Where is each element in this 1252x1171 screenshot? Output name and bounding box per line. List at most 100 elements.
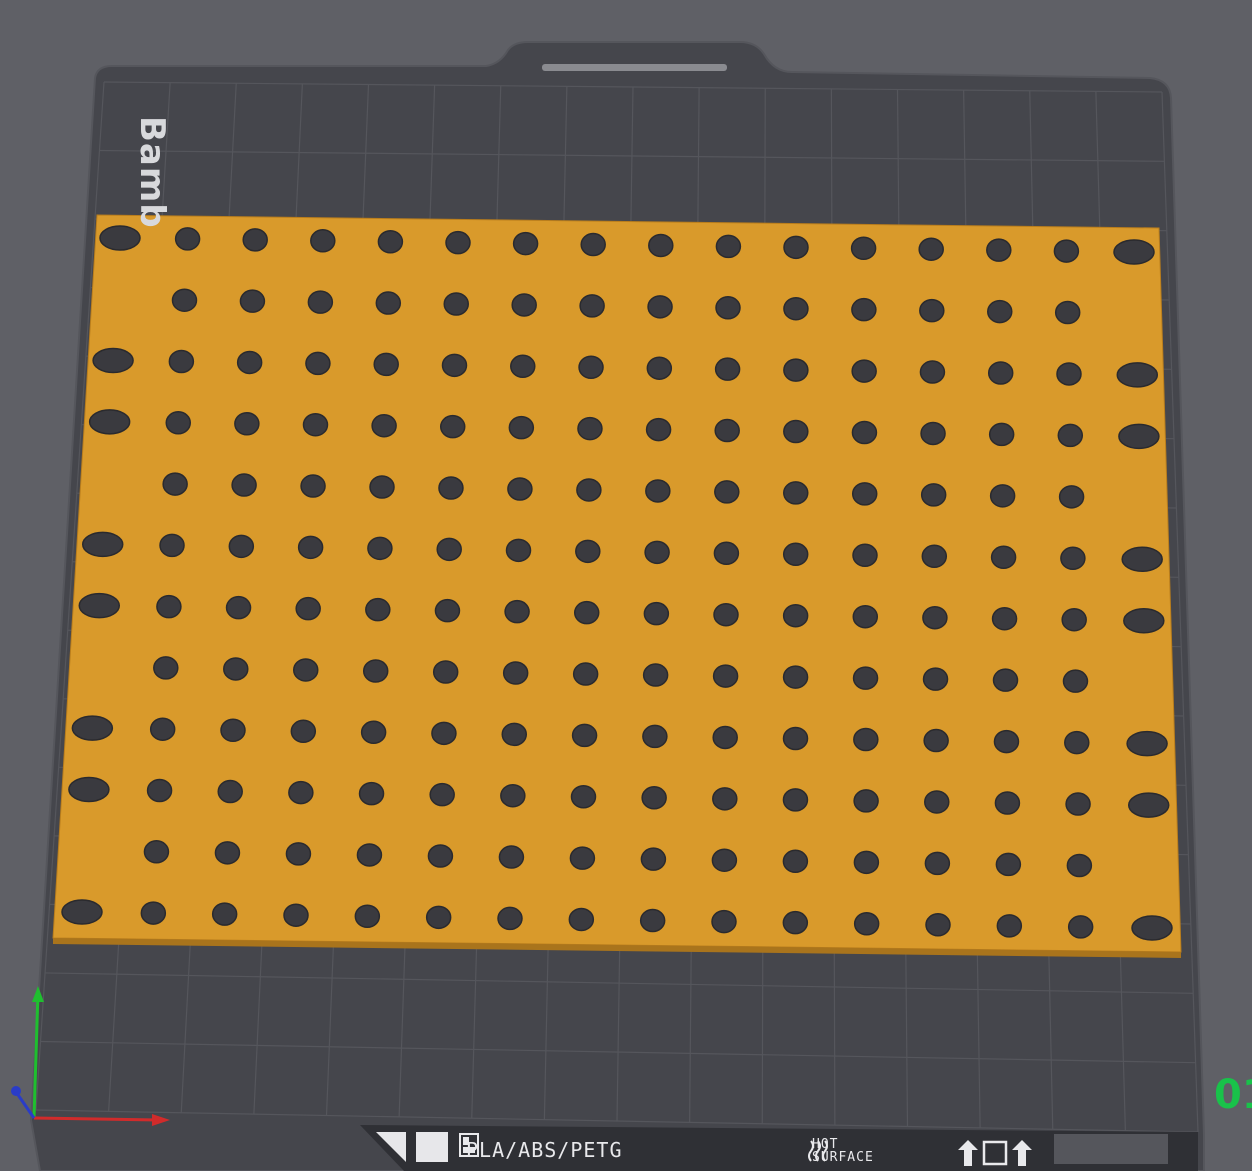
peg-hole bbox=[647, 295, 673, 319]
peg-hole bbox=[507, 477, 533, 501]
peg-hole bbox=[143, 840, 170, 864]
peg-hole bbox=[993, 729, 1020, 754]
peg-hole bbox=[851, 297, 877, 322]
peg-hole bbox=[307, 290, 334, 314]
peg-hole bbox=[645, 417, 672, 442]
peg-hole bbox=[1058, 485, 1085, 509]
3d-viewport[interactable]: Bamb 01 PLA/ABS/PETG HOT SURFACE bbox=[0, 0, 1252, 1171]
peg-hole bbox=[498, 845, 525, 869]
peg-hole bbox=[782, 726, 809, 751]
peg-hole bbox=[310, 229, 336, 253]
peg-hole bbox=[438, 476, 464, 500]
mount-slot bbox=[1123, 607, 1165, 634]
peg-hole bbox=[356, 843, 383, 867]
peg-hole bbox=[576, 478, 602, 502]
peg-hole bbox=[569, 846, 596, 870]
bed-brand-text: Bamb bbox=[132, 116, 172, 229]
peg-hole bbox=[505, 538, 532, 563]
peg-hole bbox=[242, 228, 268, 252]
peg-hole bbox=[1067, 915, 1094, 939]
plate-tab-right bbox=[1054, 1134, 1168, 1164]
peg-hole bbox=[427, 844, 454, 868]
peg-hole bbox=[425, 905, 452, 930]
peg-hole bbox=[991, 606, 1018, 631]
peg-hole bbox=[924, 851, 951, 876]
peg-hole bbox=[377, 229, 404, 254]
mount-slot bbox=[1131, 915, 1173, 941]
peg-hole bbox=[921, 544, 948, 569]
peg-hole bbox=[369, 475, 395, 499]
peg-hole bbox=[512, 231, 539, 256]
plate-orientation-icons bbox=[958, 1140, 1032, 1166]
peg-hole bbox=[358, 781, 385, 806]
peg-hole bbox=[919, 298, 945, 323]
peg-hole bbox=[1065, 792, 1091, 816]
peg-hole bbox=[1062, 669, 1089, 693]
peg-hole bbox=[712, 664, 739, 688]
mount-slot bbox=[71, 715, 114, 741]
peg-hole bbox=[365, 597, 391, 622]
peg-hole bbox=[643, 601, 670, 626]
peg-hole bbox=[639, 908, 666, 933]
mount-slot bbox=[99, 225, 141, 251]
peg-hole bbox=[375, 291, 402, 315]
mount-slot bbox=[61, 899, 103, 925]
peg-hole bbox=[995, 852, 1022, 877]
peg-hole bbox=[715, 234, 742, 259]
peg-hole bbox=[234, 412, 260, 436]
peg-hole bbox=[432, 660, 459, 684]
peg-hole bbox=[919, 360, 946, 384]
filament-type-text: PLA/ABS/PETG bbox=[466, 1138, 623, 1162]
peg-hole bbox=[373, 352, 399, 377]
peg-hole bbox=[711, 909, 737, 934]
peg-hole bbox=[1056, 362, 1082, 386]
peg-hole bbox=[922, 605, 948, 630]
peg-hole bbox=[988, 422, 1015, 447]
mount-slot bbox=[78, 592, 121, 619]
filament-label: PLA/ABS/PETG bbox=[458, 1132, 623, 1168]
peg-hole bbox=[362, 659, 389, 683]
peg-hole bbox=[288, 780, 314, 805]
peg-hole bbox=[918, 237, 944, 261]
peg-hole bbox=[228, 534, 255, 559]
peg-hole bbox=[1060, 546, 1086, 571]
peg-hole bbox=[431, 721, 457, 746]
peg-hole bbox=[292, 658, 319, 682]
peg-hole bbox=[360, 720, 387, 745]
peg-hole bbox=[511, 293, 537, 317]
peg-hole bbox=[783, 419, 809, 444]
peg-hole bbox=[439, 414, 466, 439]
peg-hole bbox=[579, 294, 605, 318]
peg-hole bbox=[648, 233, 674, 258]
hot-surface-warning: HOT SURFACE bbox=[806, 1138, 874, 1164]
peg-hole bbox=[429, 782, 455, 807]
peg-hole bbox=[156, 594, 182, 619]
peg-hole bbox=[853, 850, 880, 875]
peg-hole bbox=[1066, 853, 1093, 878]
peg-hole bbox=[713, 602, 739, 627]
mount-slot bbox=[68, 776, 110, 803]
peg-hole bbox=[302, 412, 329, 437]
peg-hole bbox=[715, 296, 741, 320]
peg-hole bbox=[1054, 300, 1081, 325]
printed-pegboard-part[interactable] bbox=[52, 214, 1182, 953]
peg-hole bbox=[162, 472, 188, 496]
peg-hole bbox=[171, 288, 198, 312]
peg-hole bbox=[225, 595, 252, 620]
build-plate-scene[interactable] bbox=[0, 0, 1252, 1171]
peg-hole bbox=[646, 356, 673, 380]
peg-hole bbox=[924, 790, 950, 814]
peg-hole bbox=[580, 232, 606, 257]
peg-hole bbox=[436, 537, 462, 562]
peg-hole bbox=[640, 847, 667, 871]
peg-hole bbox=[354, 904, 381, 929]
arrow-up-icon bbox=[1012, 1140, 1032, 1166]
plate-number[interactable]: 01 bbox=[1214, 1072, 1252, 1118]
peg-hole bbox=[851, 420, 878, 445]
peg-hole bbox=[497, 906, 523, 931]
peg-hole bbox=[508, 415, 535, 440]
peg-hole bbox=[220, 718, 246, 742]
peg-hole bbox=[853, 789, 879, 813]
peg-hole bbox=[510, 354, 536, 379]
peg-hole bbox=[852, 666, 879, 690]
